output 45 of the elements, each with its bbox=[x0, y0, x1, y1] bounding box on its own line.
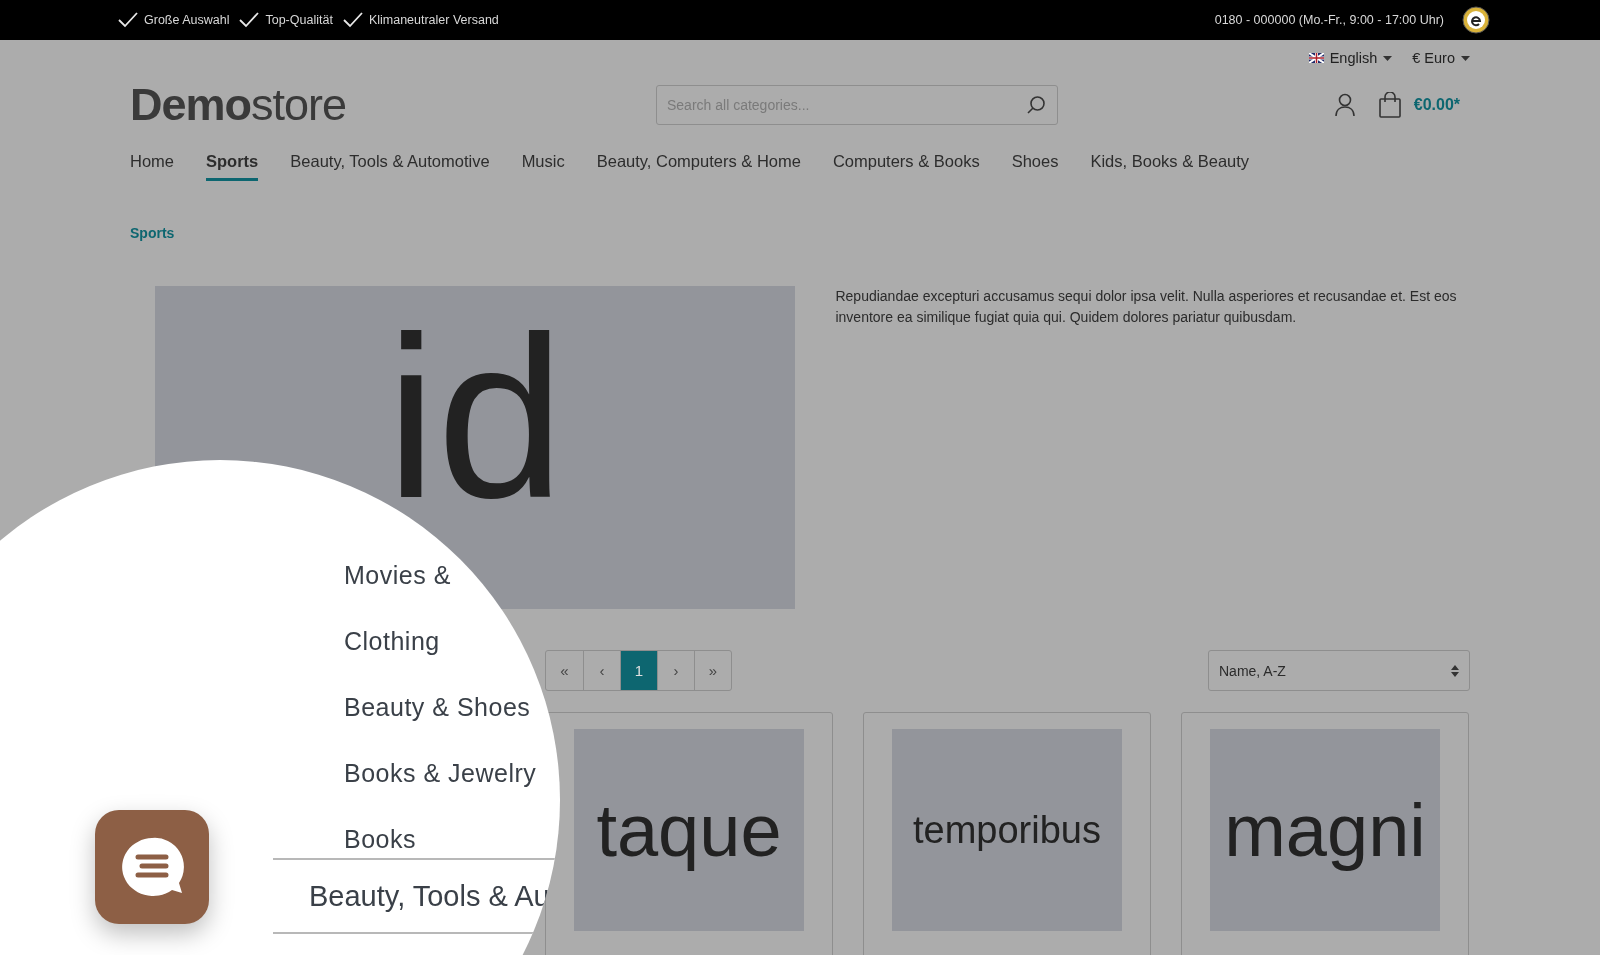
menu-item[interactable]: Books bbox=[344, 806, 537, 872]
product-card[interactable]: magni bbox=[1181, 712, 1469, 955]
nav-link[interactable]: Beauty, Tools & Automotive bbox=[290, 152, 490, 181]
logo[interactable]: Demostore bbox=[130, 79, 656, 131]
nav-link[interactable]: Kids, Books & Beauty bbox=[1090, 152, 1250, 181]
image-text: temporibus bbox=[913, 808, 1101, 852]
usp-text: Top-Qualität bbox=[265, 13, 333, 27]
menu-item[interactable]: Beauty & Shoes bbox=[344, 674, 537, 740]
image-text: id bbox=[385, 326, 565, 510]
nav-link[interactable]: Shoes bbox=[1011, 152, 1059, 181]
hotline-text: 0180 - 000000 (Mo.-Fr., 9:00 - 17:00 Uhr) bbox=[1214, 13, 1444, 27]
chat-icon bbox=[119, 836, 185, 898]
nav-link[interactable]: Music bbox=[521, 152, 565, 181]
page-button[interactable]: « bbox=[546, 651, 583, 690]
usp-text: Klimaneutraler Versand bbox=[368, 13, 499, 27]
menu-item[interactable]: Books & Jewelry bbox=[344, 740, 537, 806]
check-icon bbox=[239, 12, 260, 28]
check-icon bbox=[118, 12, 138, 28]
language-dropdown[interactable]: English bbox=[1308, 50, 1393, 66]
sort-caret-icon bbox=[1451, 664, 1459, 677]
nav-link[interactable]: Computers & Books bbox=[832, 152, 980, 181]
usp-text: Große Auswahl bbox=[144, 13, 230, 27]
bag-icon bbox=[1377, 92, 1402, 118]
sort-select[interactable]: Name, A-Z bbox=[1208, 650, 1470, 691]
category-description: Repudiandae excepturi accusamus sequi dolor ipsa velit. Nulla asperiores et recusandae et. Est eos inventore ea similique fugiat quia qui. Quidem dolores pariatur quibusdam. bbox=[835, 287, 1458, 327]
product-card[interactable]: temporibus bbox=[863, 712, 1151, 955]
caret-icon bbox=[1383, 55, 1393, 61]
seal-icon bbox=[1462, 6, 1490, 34]
image-text: taque bbox=[596, 787, 782, 873]
nav-link[interactable]: Home bbox=[130, 152, 174, 181]
nav-link[interactable]: Beauty, Computers & Home bbox=[596, 152, 801, 181]
page-button[interactable]: 1 bbox=[620, 651, 657, 690]
page-button[interactable]: › bbox=[657, 651, 694, 690]
nav-link[interactable]: Sports bbox=[206, 152, 259, 181]
search-icon[interactable] bbox=[1026, 95, 1046, 115]
account-icon[interactable] bbox=[1333, 93, 1356, 117]
currency-dropdown[interactable]: € Euro bbox=[1412, 50, 1470, 66]
chat-button[interactable] bbox=[95, 810, 209, 924]
caret-icon bbox=[1461, 55, 1470, 61]
check-icon bbox=[342, 12, 363, 28]
flag-icon bbox=[1308, 53, 1324, 63]
page-button[interactable]: » bbox=[694, 651, 731, 690]
image-text: magni bbox=[1224, 787, 1426, 873]
menu-item[interactable]: Movies & bbox=[344, 542, 537, 608]
menu-item[interactable]: Clothing bbox=[344, 608, 537, 674]
